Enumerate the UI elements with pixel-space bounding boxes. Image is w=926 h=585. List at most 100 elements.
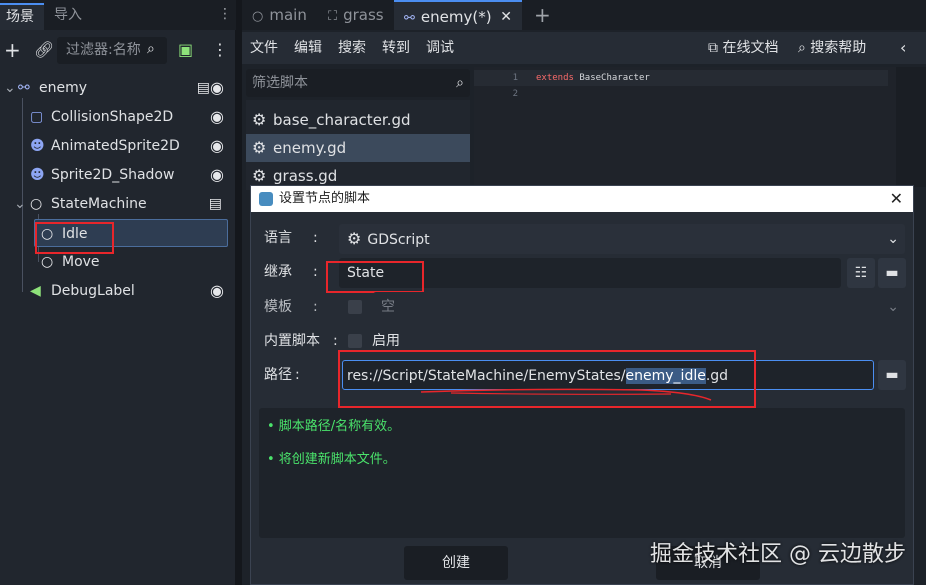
create-button[interactable]: 创建	[404, 546, 508, 580]
tree-item-label: AnimatedSprite2D	[51, 138, 180, 154]
tree-item-statemachine[interactable]: ⌄ ○ StateMachine ▤	[0, 190, 236, 218]
code-editor[interactable]: 1 extends BaseCharacter 2	[474, 67, 926, 187]
script-icon[interactable]: ▤	[197, 74, 210, 102]
language-select[interactable]: ⚙ GDScript ⌄	[339, 224, 905, 254]
menu-search[interactable]: 搜索	[338, 32, 366, 64]
tab-enemy[interactable]: ⚯ enemy(*) ✕	[394, 0, 522, 30]
tab-main[interactable]: ○ main	[252, 0, 307, 30]
attach-script-dialog: 设置节点的脚本 ✕ 语言 : ⚙ GDScript ⌄ 继承 : State ☷ …	[250, 185, 914, 585]
script-item-label: base_character.gd	[273, 111, 411, 129]
character-body-icon: ⚯	[18, 80, 30, 96]
more-options-icon[interactable]: ⋮	[212, 38, 228, 62]
link-icon[interactable]: 🔗︎	[34, 38, 54, 62]
visibility-eye-icon[interactable]: ◉	[210, 103, 224, 131]
colon: :	[313, 264, 318, 280]
visibility-eye-icon[interactable]: ◉	[210, 74, 224, 102]
add-node-icon[interactable]: +	[4, 38, 21, 62]
template-checkbox[interactable]	[348, 300, 362, 314]
tree-item-label: Sprite2D_Shadow	[51, 167, 175, 183]
close-icon[interactable]: ✕	[890, 186, 903, 212]
template-value: 空	[381, 299, 395, 315]
tree-item-move[interactable]: ○ Move	[0, 248, 236, 276]
colon: :	[333, 333, 338, 349]
scene-dock: 场景 导入 ⋮ + 🔗︎ ▣ ⋮ 过滤器:名称 ⌕ ⌄ ⚯ enemy ▤ ◉ …	[0, 0, 236, 585]
code-minimap[interactable]	[896, 67, 926, 187]
tree-item-label: DebugLabel	[51, 283, 135, 299]
tree-item-debuglabel[interactable]: ◀ DebugLabel ◉	[0, 277, 236, 305]
tab-scene[interactable]: 场景	[0, 3, 44, 30]
tab-grass[interactable]: ⛶ grass	[328, 0, 384, 30]
node-icon: ○	[41, 254, 54, 270]
character-body-icon: ⚯	[404, 11, 415, 26]
builtin-checkbox[interactable]	[348, 334, 362, 348]
tab-label: main	[269, 6, 307, 24]
online-docs-button[interactable]: ⧉ 在线文档	[708, 32, 778, 64]
menu-debug[interactable]: 调试	[426, 32, 454, 64]
tree-item-collisionshape2d[interactable]: ▢ CollisionShape2D ◉	[0, 103, 236, 131]
godot-logo-icon	[259, 192, 273, 206]
online-docs-label: 在线文档	[722, 40, 779, 56]
search-help-label: 搜索帮助	[810, 40, 867, 56]
colon: :	[313, 230, 318, 246]
attach-script-icon[interactable]: ▣	[178, 38, 193, 62]
script-list: ⚙ base_character.gd ⚙ enemy.gd ⚙ grass.gd	[246, 100, 470, 190]
collapse-arrow-icon[interactable]: ⌄	[4, 74, 16, 102]
watermark: 掘金技术社区 @ 云边散步	[650, 542, 906, 567]
folder-icon[interactable]: ▬	[878, 258, 906, 288]
language-label: 语言	[264, 230, 292, 246]
gear-icon: ⚙	[252, 110, 267, 129]
tree-item-enemy[interactable]: ⌄ ⚯ enemy ▤ ◉	[0, 74, 236, 102]
tree-item-label: CollisionShape2D	[51, 109, 174, 125]
annotation-box	[326, 261, 424, 293]
script-filter-input[interactable]: 筛选脚本 ⌕	[246, 69, 470, 97]
script-icon[interactable]: ▤	[209, 190, 222, 218]
dock-tab-bar: 场景 导入 ⋮	[0, 0, 236, 30]
script-item-base-character[interactable]: ⚙ base_character.gd	[246, 106, 470, 134]
menu-goto[interactable]: 转到	[382, 32, 410, 64]
dialog-body: 语言 : ⚙ GDScript ⌄ 继承 : State ☷ ▬ 模板 : 空 ⌄…	[251, 212, 913, 584]
tab-label: grass	[343, 6, 384, 24]
annotation-underline	[420, 388, 712, 401]
node-icon: ○	[30, 196, 43, 212]
path-label: 路径	[264, 367, 292, 383]
doc-search-icon: ⌕	[798, 40, 806, 56]
script-item-enemy[interactable]: ⚙ enemy.gd	[246, 134, 470, 162]
keyword: extends	[536, 73, 574, 83]
close-tab-icon[interactable]: ✕	[500, 2, 512, 32]
tab-import[interactable]: 导入	[54, 3, 82, 30]
visibility-eye-icon[interactable]: ◉	[210, 161, 224, 189]
menu-edit[interactable]: 编辑	[294, 32, 322, 64]
tree-item-sprite2d-shadow[interactable]: ☻ Sprite2D_Shadow ◉	[0, 161, 236, 189]
status-panel: • 脚本路径/名称有效。 • 将创建新脚本文件。	[259, 408, 905, 538]
script-filter-placeholder: 筛选脚本	[252, 75, 308, 91]
class-tree-icon[interactable]: ☷	[847, 258, 875, 288]
folder-icon[interactable]: ▬	[878, 360, 906, 390]
search-icon: ⌕	[456, 75, 464, 91]
tree-item-label: Move	[62, 254, 100, 270]
code-text: extends BaseCharacter	[536, 70, 650, 86]
search-help-button[interactable]: ⌕ 搜索帮助	[798, 32, 866, 64]
builtin-label: 内置脚本	[264, 333, 320, 349]
external-link-icon: ⧉	[708, 40, 718, 56]
tree-item-label: StateMachine	[51, 196, 147, 212]
dock-menu-icon[interactable]: ⋮	[218, 6, 232, 22]
gear-icon: ⚙	[252, 138, 267, 157]
tree-item-animatedsprite2d[interactable]: ☻ AnimatedSprite2D ◉	[0, 132, 236, 160]
collapse-arrow-icon[interactable]: ⌄	[14, 190, 26, 218]
template-select[interactable]: 空 ⌄	[373, 292, 905, 322]
label-node-icon: ◀	[30, 283, 41, 299]
script-item-label: enemy.gd	[273, 139, 347, 157]
visibility-eye-icon[interactable]: ◉	[210, 277, 224, 305]
menu-file[interactable]: 文件	[250, 32, 278, 64]
tab-label: enemy(*)	[420, 8, 492, 26]
line-number: 1	[512, 73, 518, 83]
tree-item-label: enemy	[39, 80, 88, 96]
visibility-eye-icon[interactable]: ◉	[210, 132, 224, 160]
script-item-label: grass.gd	[273, 167, 338, 185]
status-message: • 将创建新脚本文件。	[267, 452, 396, 467]
search-icon: ⌕	[147, 41, 155, 57]
collapse-panel-icon[interactable]: ‹	[900, 32, 906, 64]
add-tab-icon[interactable]: +	[534, 0, 551, 30]
chevron-down-icon: ⌄	[887, 231, 899, 247]
language-value: GDScript	[367, 232, 430, 248]
